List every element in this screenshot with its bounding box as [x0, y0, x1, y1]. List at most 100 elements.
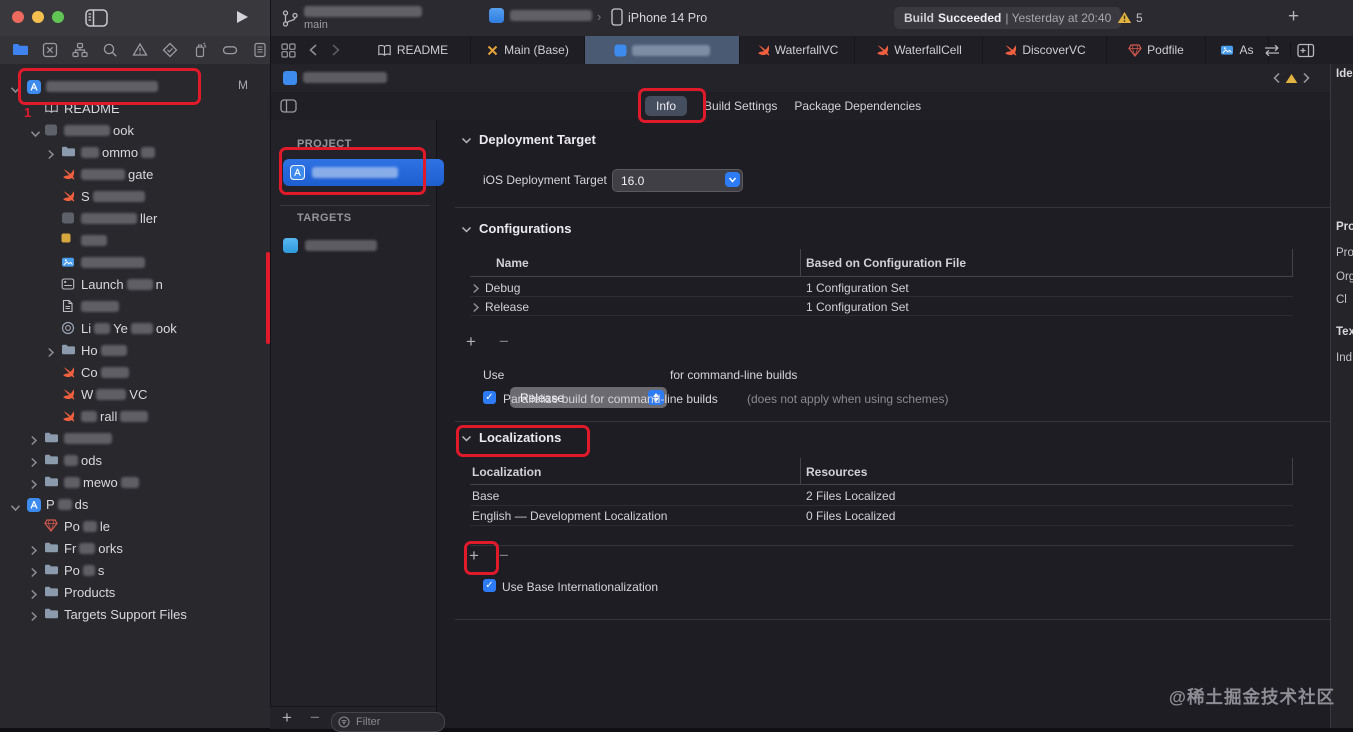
file-row[interactable] — [0, 251, 270, 273]
parallelize-checkbox[interactable]: ✓ — [483, 391, 496, 404]
configuration-row[interactable]: Release 1 Configuration Set — [470, 297, 1293, 316]
file-row[interactable]: Ho — [0, 339, 270, 361]
disclosure-closed-icon[interactable] — [472, 283, 480, 294]
file-row[interactable]: Po le — [0, 515, 270, 537]
symbol-navigator-icon[interactable] — [72, 42, 88, 58]
localizations-disclosure-icon[interactable] — [461, 435, 472, 443]
file-row[interactable]: ook — [0, 119, 270, 141]
add-configuration-button[interactable]: + — [466, 333, 476, 350]
tab-readme[interactable]: README — [355, 36, 471, 64]
activity-status[interactable]: Build Succeeded | Yesterday at 20:40 — [894, 7, 1122, 29]
remove-configuration-button[interactable]: − — [499, 333, 509, 350]
close-window-button[interactable] — [12, 11, 24, 23]
run-button[interactable] — [237, 11, 248, 23]
file-row[interactable]: Li Ye ook — [0, 317, 270, 339]
file-row[interactable]: M — [0, 75, 270, 97]
file-row[interactable]: Launch n — [0, 273, 270, 295]
tab-podfile[interactable]: Podfile — [1107, 36, 1206, 64]
file-row[interactable]: Co — [0, 361, 270, 383]
deployment-section-title[interactable]: Deployment Target — [479, 132, 596, 147]
project-navigator-icon[interactable] — [12, 42, 29, 56]
filter-input[interactable] — [354, 715, 428, 729]
debug-navigator-icon[interactable] — [192, 42, 208, 58]
remove-target-button[interactable]: − — [310, 709, 320, 726]
localization-row[interactable]: Base 2 Files Localized — [470, 486, 1293, 506]
zoom-window-button[interactable] — [52, 11, 64, 23]
file-row[interactable]: ller — [0, 207, 270, 229]
file-row[interactable]: mewo — [0, 471, 270, 493]
report-navigator-icon[interactable] — [252, 42, 268, 58]
tab-waterfallcell[interactable]: WaterfallCell — [855, 36, 983, 64]
disclosure-closed-icon[interactable] — [472, 302, 480, 313]
configuration-row[interactable]: Debug 1 Configuration Set — [470, 278, 1293, 297]
go-back-icon[interactable] — [308, 43, 318, 57]
file-row[interactable]: ommo — [0, 141, 270, 163]
tab-waterfallvc[interactable]: WaterfallVC — [740, 36, 855, 64]
file-row[interactable]: W VC — [0, 383, 270, 405]
tab-redacted[interactable] — [585, 36, 740, 64]
combo-chevron-icon[interactable] — [725, 172, 740, 187]
jumpbar-project-name-redacted[interactable] — [303, 72, 387, 83]
file-row[interactable]: S — [0, 185, 270, 207]
add-target-button[interactable]: + — [282, 709, 292, 726]
file-row[interactable] — [0, 229, 270, 251]
base-internationalization-checkbox[interactable]: ✓ — [483, 579, 496, 592]
config-column-separator — [800, 249, 801, 276]
source-control-navigator-icon[interactable] — [42, 42, 58, 58]
tab-overview-icon[interactable] — [281, 43, 296, 58]
localization-separator — [470, 525, 1293, 526]
file-row[interactable]: Products — [0, 581, 270, 603]
tab-as[interactable]: As — [1206, 36, 1269, 64]
disclosure-closed-icon[interactable] — [30, 609, 38, 627]
file-row[interactable]: Fr orks — [0, 537, 270, 559]
storyboard-icon — [61, 277, 75, 291]
add-editor-icon[interactable] — [1297, 43, 1315, 58]
file-row[interactable]: Pds — [0, 493, 270, 515]
jumpbar-project-icon[interactable] — [283, 71, 297, 85]
issue-navigator-icon[interactable] — [132, 42, 148, 57]
run-destination[interactable]: iPhone 14 Pro — [628, 11, 707, 25]
remove-localization-button[interactable]: − — [499, 547, 509, 564]
file-row[interactable]: ods — [0, 449, 270, 471]
target-row[interactable] — [283, 238, 377, 253]
scheme-app-icon[interactable] — [489, 8, 504, 23]
test-navigator-icon[interactable] — [162, 42, 178, 58]
scheme-name-redacted[interactable] — [510, 10, 592, 21]
file-row[interactable]: gate — [0, 163, 270, 185]
find-navigator-icon[interactable] — [102, 42, 118, 58]
tab-discovervc[interactable]: DiscoverVC — [983, 36, 1107, 64]
file-row[interactable] — [0, 295, 270, 317]
localization-row[interactable]: English — Development Localization 0 File… — [470, 506, 1293, 526]
configurations-disclosure-icon[interactable] — [461, 226, 472, 234]
ios-deployment-target-combo[interactable]: 16.0 — [612, 169, 743, 192]
file-row[interactable]: rall — [0, 405, 270, 427]
editor-tab-info[interactable]: Info — [645, 96, 688, 116]
next-issue-icon[interactable] — [1302, 72, 1311, 84]
file-row[interactable]: Targets Support Files — [0, 603, 270, 625]
minimize-window-button[interactable] — [32, 11, 44, 23]
warning-count[interactable]: 5 — [1136, 11, 1143, 25]
inspector-label: Iden — [1336, 68, 1353, 80]
filter-field[interactable] — [331, 712, 445, 732]
add-localization-button[interactable]: + — [469, 547, 479, 564]
toggle-navigator-icon[interactable] — [85, 9, 108, 27]
new-tab-button[interactable]: + — [1288, 7, 1299, 26]
file-row[interactable]: README — [0, 97, 270, 119]
hide-project-list-icon[interactable] — [280, 99, 297, 113]
swap-editor-icon[interactable] — [1262, 43, 1282, 58]
editor-tab-build-settings[interactable]: Build Settings — [704, 99, 777, 113]
deployment-disclosure-icon[interactable] — [461, 137, 472, 145]
warning-triangle-icon[interactable] — [1117, 11, 1132, 24]
inspector-label: Org — [1336, 271, 1353, 283]
breakpoint-navigator-icon[interactable] — [222, 42, 238, 58]
localizations-section-title[interactable]: Localizations — [479, 430, 561, 445]
editor-tab-package-dependencies[interactable]: Package Dependencies — [794, 99, 921, 113]
configurations-section-title[interactable]: Configurations — [479, 221, 571, 236]
file-row[interactable]: Po s — [0, 559, 270, 581]
project-row-selected[interactable] — [283, 159, 444, 186]
redacted-text — [81, 234, 107, 246]
tab-main-base-[interactable]: Main (Base) — [471, 36, 585, 64]
file-row[interactable] — [0, 427, 270, 449]
previous-issue-icon[interactable] — [1272, 72, 1281, 84]
go-forward-icon[interactable] — [331, 43, 341, 57]
